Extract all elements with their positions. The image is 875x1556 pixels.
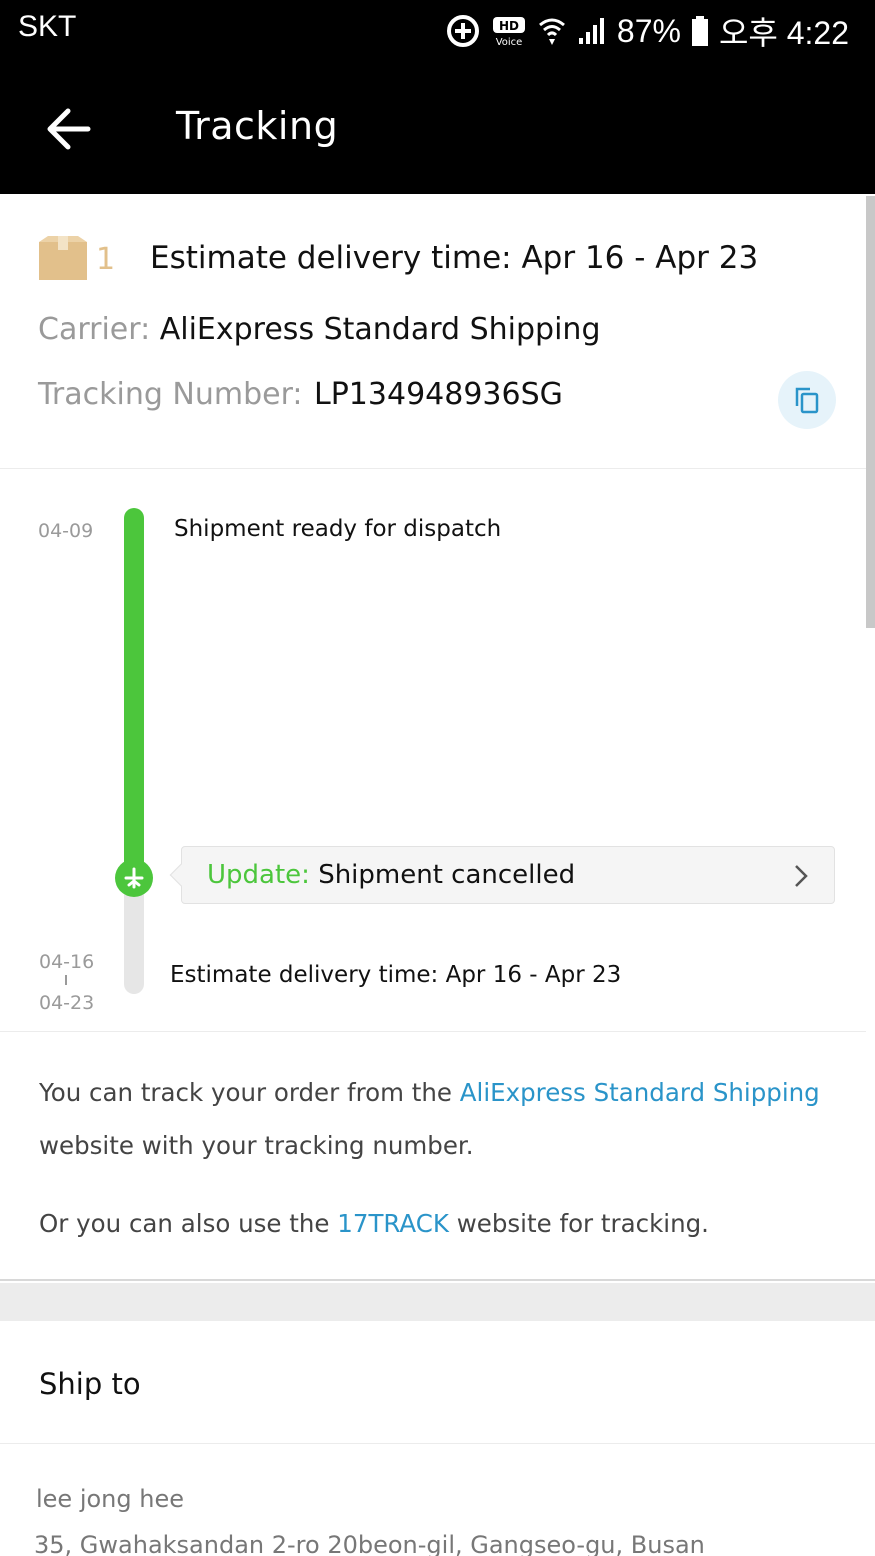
date-range-separator (65, 975, 67, 985)
data-saver-icon (446, 15, 479, 47)
ship-to-title: Ship to (39, 1367, 141, 1401)
estimate-event-text: Estimate delivery time: Apr 16 - Apr 23 (170, 962, 622, 988)
carrier-value: AliExpress Standard Shipping (159, 312, 601, 347)
app-bar: Tracking (0, 64, 875, 194)
tracking-number: LP134948936SG (314, 377, 563, 412)
update-label: Update: (207, 860, 310, 890)
signal-icon (578, 18, 604, 44)
info-text-3: Or you can also use the (39, 1209, 338, 1238)
tracking-timeline: 04-09 Shipment ready for dispatch Update… (0, 470, 866, 1032)
copy-icon (795, 387, 819, 414)
status-bar: SKT HD Voice 87% 오후 4:22 (0, 0, 875, 64)
carrier-name: SKT (18, 10, 77, 43)
carrier-website-link[interactable]: AliExpress Standard Shipping (460, 1078, 820, 1107)
info-text-3-suffix: website for tracking. (448, 1209, 709, 1238)
battery-icon (691, 16, 708, 46)
divider (0, 1443, 875, 1444)
update-message: Update: Shipment cancelled (207, 860, 575, 890)
update-banner[interactable]: Update: Shipment cancelled (169, 846, 835, 904)
update-notch (169, 863, 193, 887)
plane-icon (124, 867, 144, 889)
chevron-right-icon (795, 865, 808, 887)
package-count: 1 (96, 242, 116, 277)
clock: 오후 4:22 (718, 15, 849, 51)
hd-voice-icon: HD Voice (492, 17, 525, 47)
package-icon (39, 236, 87, 280)
info-text-1: You can track your order from the (39, 1078, 460, 1107)
hd-label: HD (499, 19, 519, 33)
shipment-summary: 1 Estimate delivery time: Apr 16 - Apr 2… (0, 194, 866, 469)
section-divider (0, 1283, 875, 1321)
timeline-progress-bar (124, 508, 144, 878)
update-status: Shipment cancelled (318, 860, 576, 890)
back-arrow-icon[interactable] (42, 102, 96, 156)
tracking-label: Tracking Number: (38, 377, 303, 412)
recipient-name: lee jong hee (36, 1485, 184, 1513)
carrier-label: Carrier: (38, 312, 151, 347)
ship-to-section: Ship to lee jong hee 35, Gwahaksandan 2-… (0, 1321, 875, 1556)
scrollbar[interactable] (866, 196, 875, 628)
carrier-row: Carrier: AliExpress Standard Shipping (38, 312, 601, 347)
copy-tracking-button[interactable] (778, 371, 836, 429)
timeline-node (115, 859, 153, 897)
17track-link[interactable]: 17TRACK (337, 1209, 449, 1238)
event-text: Shipment ready for dispatch (174, 516, 502, 542)
recipient-address: 35, Gwahaksandan 2-ro 20beon-gil, Gangse… (34, 1531, 705, 1556)
tracking-row: Tracking Number: LP134948936SG (38, 377, 563, 412)
estimate-date-start: 04-16 (39, 951, 95, 973)
event-date: 04-09 (38, 520, 94, 542)
estimate-date-end: 04-23 (39, 992, 95, 1014)
info-line-1: You can track your order from the AliExp… (39, 1078, 820, 1107)
page-title: Tracking (176, 104, 339, 148)
estimate-delivery: Estimate delivery time: Apr 16 - Apr 23 (150, 240, 759, 276)
wifi-icon (538, 18, 565, 45)
voice-label: Voice (496, 37, 523, 47)
status-icons: HD Voice 87% 오후 4:22 (445, 6, 849, 56)
tracking-info: You can track your order from the AliExp… (0, 1033, 875, 1281)
info-line-3: Or you can also use the 17TRACK website … (39, 1209, 709, 1238)
info-line-2: website with your tracking number. (39, 1131, 474, 1160)
battery-percent: 87% (616, 12, 681, 49)
